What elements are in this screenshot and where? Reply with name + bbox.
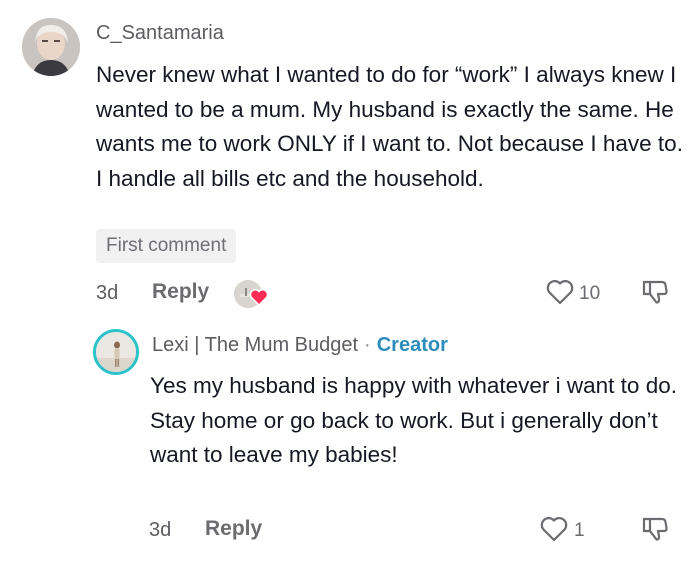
reply-timestamp: 3d xyxy=(149,519,172,541)
comment-text: Never knew what I wanted to do for “work… xyxy=(96,62,683,191)
like-count: 10 xyxy=(579,283,601,304)
heart-outline-icon xyxy=(545,280,575,310)
dislike-button[interactable] xyxy=(640,276,670,311)
reply-like-button[interactable] xyxy=(539,515,569,548)
commenter-username[interactable]: C_Santamaria xyxy=(96,22,224,45)
like-button[interactable] xyxy=(545,278,575,311)
creator-liked-indicator xyxy=(234,280,269,308)
creator-header: Lexi | The Mum Budget · Creator xyxy=(152,334,448,357)
separator: · xyxy=(364,334,371,356)
reply-text: Yes my husband is happy with whatever i … xyxy=(150,373,677,467)
reply-reply-button[interactable]: Reply xyxy=(205,517,262,541)
commenter-avatar[interactable] xyxy=(22,18,80,76)
heart-outline-icon xyxy=(539,517,569,547)
first-comment-badge: First comment xyxy=(96,229,237,263)
thumbs-down-icon xyxy=(640,517,670,547)
comment-timestamp: 3d xyxy=(96,282,119,304)
reply-button[interactable]: Reply xyxy=(152,280,209,304)
reply-like-count: 1 xyxy=(574,520,585,541)
heart-icon xyxy=(249,288,269,311)
reply-dislike-button[interactable] xyxy=(640,513,670,548)
creator-badge: Creator xyxy=(376,334,448,356)
thumbs-down-icon xyxy=(640,280,670,310)
creator-username[interactable]: Lexi | The Mum Budget xyxy=(152,334,358,356)
creator-avatar[interactable] xyxy=(93,329,139,375)
